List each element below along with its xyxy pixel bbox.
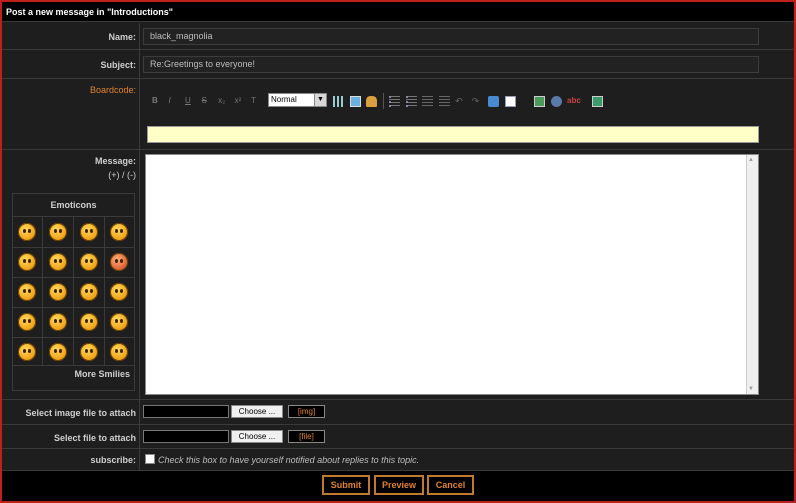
name-row: Name: black_magnolia	[2, 23, 794, 50]
chevron-down-icon: ▼	[314, 94, 326, 106]
tongue-smiley-icon[interactable]	[49, 253, 67, 271]
image-attach-row: Select image file to attach Choose ... […	[2, 400, 794, 425]
insert-toolbar	[333, 96, 380, 108]
user-icon[interactable]	[366, 96, 378, 108]
subscript-icon[interactable]: x₂	[218, 96, 229, 107]
crying-smiley-icon[interactable]	[49, 283, 67, 301]
boardcode-helpline	[147, 126, 759, 143]
superscript-icon[interactable]: x²	[235, 96, 246, 107]
message-textarea[interactable]: ▲ ▼	[145, 154, 759, 395]
cool-smiley-icon[interactable]	[18, 253, 36, 271]
align-center-icon[interactable]	[438, 96, 450, 108]
in-love-smiley-icon[interactable]	[18, 343, 36, 361]
message-label: Message:	[94, 156, 136, 166]
align-toolbar: ↶ ↷	[389, 96, 519, 108]
file-attach-row: Select file to attach Choose ... [file]	[2, 425, 794, 449]
code-icon[interactable]	[504, 96, 516, 108]
image-file-input[interactable]	[143, 405, 229, 418]
surprised-smiley-icon[interactable]	[80, 283, 98, 301]
name-field[interactable]: black_magnolia	[143, 28, 759, 45]
cancel-button[interactable]: Cancel	[427, 475, 474, 495]
list-bullet-icon[interactable]	[389, 96, 400, 108]
img-tag-button[interactable]: [img]	[288, 405, 325, 418]
table-icon[interactable]	[333, 96, 344, 108]
underline-icon[interactable]: U	[185, 96, 196, 107]
file-input[interactable]	[143, 430, 229, 443]
redo-icon[interactable]: ↷	[472, 96, 483, 107]
smiley-icon[interactable]	[18, 223, 36, 241]
wink-smiley-icon[interactable]	[80, 223, 98, 241]
flash-icon[interactable]	[550, 96, 562, 108]
text-color-icon[interactable]: T	[251, 96, 262, 107]
extra-toolbar: abc	[534, 96, 606, 108]
file-choose-button[interactable]: Choose ...	[231, 430, 283, 443]
sleepy-smiley-icon[interactable]	[80, 343, 98, 361]
subscribe-label: subscribe:	[90, 455, 136, 465]
boardcode-label: Boardcode:	[89, 85, 136, 95]
sad-smiley-icon[interactable]	[49, 223, 67, 241]
preview-button[interactable]: Preview	[374, 475, 424, 495]
subject-label: Subject:	[100, 60, 136, 70]
window-title: Post a new message in "Introductions"	[2, 2, 794, 22]
embarrassed-smiley-icon[interactable]	[110, 283, 128, 301]
evil-grin-smiley-icon[interactable]	[49, 343, 67, 361]
file-tag-button[interactable]: [file]	[288, 430, 325, 443]
font-size-value: Normal	[271, 95, 297, 104]
laughing-smiley-icon[interactable]	[18, 313, 36, 331]
scroll-up-icon[interactable]: ▲	[748, 157, 754, 163]
resize-toggle[interactable]: (+) / (-)	[2, 170, 136, 180]
undo-icon[interactable]: ↶	[455, 96, 466, 107]
scroll-down-icon[interactable]: ▼	[748, 386, 754, 392]
list-numbered-icon[interactable]	[405, 96, 417, 108]
worried-smiley-icon[interactable]	[80, 313, 98, 331]
subscribe-text: Check this box to have yourself notified…	[158, 455, 420, 465]
quote-icon[interactable]	[488, 96, 500, 108]
subject-row: Subject: Re:Greetings to everyone!	[2, 50, 794, 79]
subscribe-checkbox[interactable]	[145, 454, 155, 464]
grin-smiley-icon[interactable]	[110, 223, 128, 241]
font-size-select[interactable]: Normal ▼	[268, 93, 327, 107]
subject-field[interactable]: Re:Greetings to everyone!	[143, 56, 759, 73]
name-label: Name:	[108, 32, 136, 42]
format-toolbar: B I U S x₂ x² T	[152, 96, 265, 108]
toolbar-divider	[383, 93, 384, 109]
message-scrollbar[interactable]: ▲ ▼	[746, 155, 758, 394]
rolling-eyes-smiley-icon[interactable]	[49, 313, 67, 331]
image-choose-button[interactable]: Choose ...	[231, 405, 283, 418]
spellcheck-icon[interactable]: abc	[567, 96, 581, 107]
image-icon[interactable]	[349, 96, 361, 108]
align-left-icon[interactable]	[422, 96, 434, 108]
blush-smiley-icon[interactable]	[110, 313, 128, 331]
emoticons-title: Emoticons	[13, 194, 134, 217]
spreadsheet-icon[interactable]	[534, 96, 545, 108]
bold-icon[interactable]: B	[152, 96, 163, 107]
confused-smiley-icon[interactable]	[80, 253, 98, 271]
more-smilies-link[interactable]: More Smilies	[13, 369, 130, 379]
sick-smiley-icon[interactable]	[110, 343, 128, 361]
file-attach-label: Select file to attach	[53, 433, 136, 443]
submit-button[interactable]: Submit	[322, 475, 370, 495]
settings-icon[interactable]	[591, 96, 603, 108]
post-form-window: Post a new message in "Introductions" Na…	[0, 0, 796, 503]
emoticons-panel: Emoticons More Smilies	[12, 193, 135, 391]
image-attach-label: Select image file to attach	[25, 408, 136, 418]
strikethrough-icon[interactable]: S	[202, 96, 213, 107]
italic-icon[interactable]: I	[169, 96, 180, 107]
subscribe-row: subscribe: Check this box to have yourse…	[2, 449, 794, 471]
shocked-smiley-icon[interactable]	[18, 283, 36, 301]
angry-smiley-icon[interactable]	[110, 253, 128, 271]
